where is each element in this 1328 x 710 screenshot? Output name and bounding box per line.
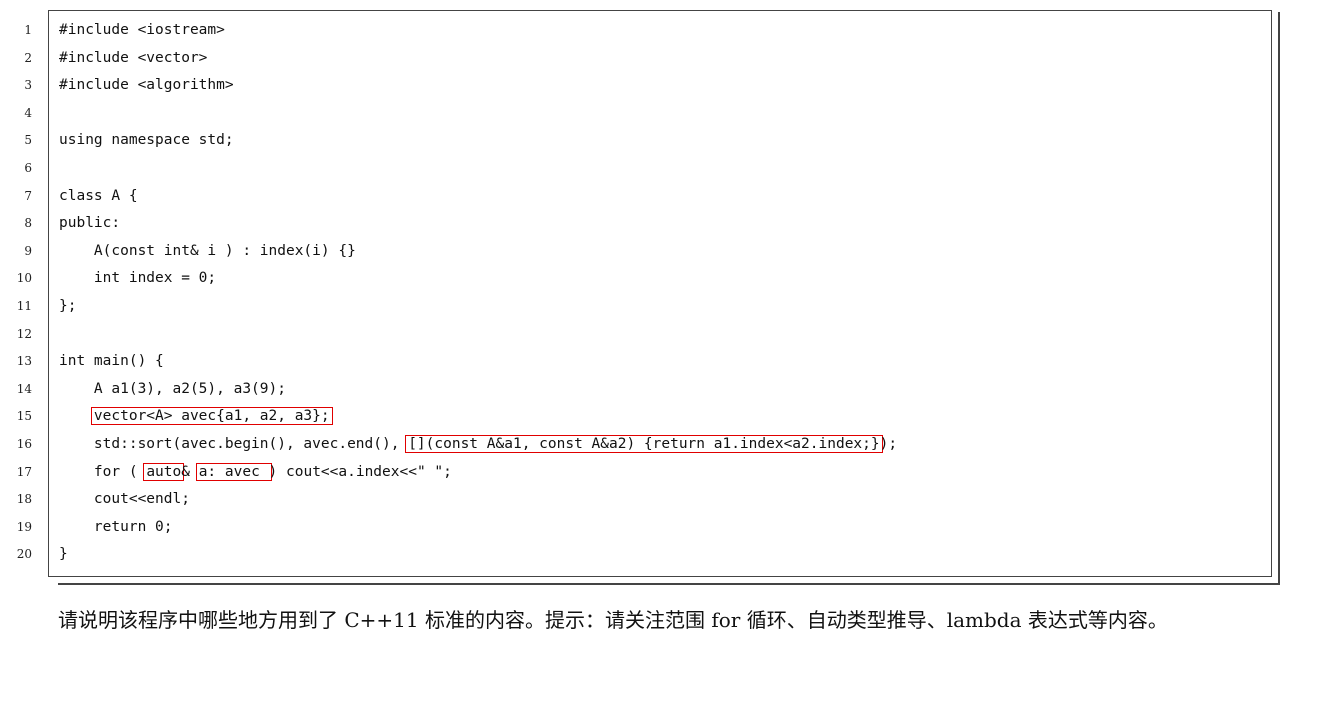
code-segment: #include <iostream> [59,22,225,38]
line-number: 13 [16,354,32,369]
code-line: 20} [0,541,1300,569]
highlight-box-lambda: [](const A&a1, const A&a2) {return a1.in… [405,434,883,453]
code-line: 9 A(const int& i ) : index(i) {} [0,238,1300,266]
line-number: 18 [16,492,32,507]
code-segment: A a1(3), a2(5), a3(9); [59,380,286,397]
code-text: }; [59,293,76,321]
code-segment: A(const int& i ) : index(i) {} [59,242,356,259]
code-line: 12 [0,321,1300,349]
highlight-box-auto: auto [143,462,185,481]
code-text: using namespace std; [59,127,234,155]
code-text: std::sort(avec.begin(), avec.end(), [](c… [59,431,897,459]
line-number: 6 [24,160,32,175]
code-text: A a1(3), a2(5), a3(9); [59,376,286,404]
code-line: 2 #include <vector> [0,45,1300,73]
line-number: 16 [16,436,32,451]
code-text: #include <algorithm> [59,72,234,100]
code-text: class A { [59,183,138,211]
line-number: 8 [24,216,32,231]
line-number: 15 [16,409,32,424]
line-number: 9 [24,243,32,258]
code-text: #include <iostream> [59,17,225,45]
line-number: 1 [24,23,32,37]
code-line: 15 vector<A> avec{a1, a2, a3}; [0,403,1300,431]
line-number: 12 [16,326,32,341]
code-line: 17 for ( auto& a: avec ) cout<<a.index<<… [0,459,1300,487]
code-line: 7 class A { [0,183,1300,211]
highlight-box-range-for: a: avec [195,462,272,481]
code-line: 18 cout<<endl; [0,486,1300,514]
code-segment: public: [59,215,121,232]
line-number: 4 [24,105,32,120]
code-text: #include <vector> [59,45,207,73]
code-segment: class A { [59,187,138,204]
code-text: int main() { [59,348,164,376]
line-number: 3 [24,78,32,93]
code-text: int index = 0; [59,265,216,293]
code-segment: #include <algorithm> [59,77,234,94]
code-segment: for ( [59,463,147,480]
code-line: 3 #include <algorithm> [0,72,1300,100]
question-text: 请说明该程序中哪些地方用到了 C++11 标准的内容。提示：请关注范围 for … [58,608,1168,632]
code-line: 4 [0,100,1300,128]
code-line: 11}; [0,293,1300,321]
code-segment: cout<<endl; [59,491,190,508]
line-number: 7 [24,188,32,203]
line-number: 11 [16,298,32,313]
frame-shadow-bottom [58,583,1280,585]
line-number: 19 [16,519,32,534]
code-line: 16 std::sort(avec.begin(), avec.end(), [… [0,431,1300,459]
line-number: 10 [16,271,32,286]
code-text: public: [59,210,120,238]
code-line: 10 int index = 0; [0,265,1300,293]
code-text: vector<A> avec{a1, a2, a3}; [59,403,333,431]
line-number: 17 [16,464,32,479]
code-segment: using namespace std; [59,132,234,149]
line-number: 2 [24,50,32,65]
code-text: cout<<endl; [59,486,190,514]
code-segment: ) cout<<a.index<<" "; [268,463,452,480]
line-number: 14 [16,381,32,396]
highlight-box-vector-init: vector<A> avec{a1, a2, a3}; [90,407,333,426]
code-segment: #include <vector> [59,49,208,66]
code-listing: 1 #include <iostream> 2 #include <vector> … [0,17,1300,569]
code-segment: int index = 0; [59,270,217,287]
line-number: 5 [24,133,32,148]
code-line: 19 return 0; [0,514,1300,542]
code-line: 5 using namespace std; [0,127,1300,155]
code-segment: std::sort(avec.begin(), avec.end(), [59,435,409,452]
code-segment: } [59,546,68,563]
line-number: 20 [16,547,32,562]
code-segment: return 0; [59,518,173,535]
code-text: A(const int& i ) : index(i) {} [59,238,356,266]
code-segment: int main() { [59,353,164,370]
code-text: return 0; [59,514,173,542]
code-line: 1 #include <iostream> [0,17,1300,45]
code-text: } [59,541,68,569]
code-segment: ); [879,435,898,452]
code-line: 8 public: [0,210,1300,238]
code-text: for ( auto& a: avec ) cout<<a.index<<" "… [59,459,452,487]
code-line: 14 A a1(3), a2(5), a3(9); [0,376,1300,404]
code-line: 13 int main() { [0,348,1300,376]
code-segment: }; [59,297,77,314]
code-line: 6 [0,155,1300,183]
